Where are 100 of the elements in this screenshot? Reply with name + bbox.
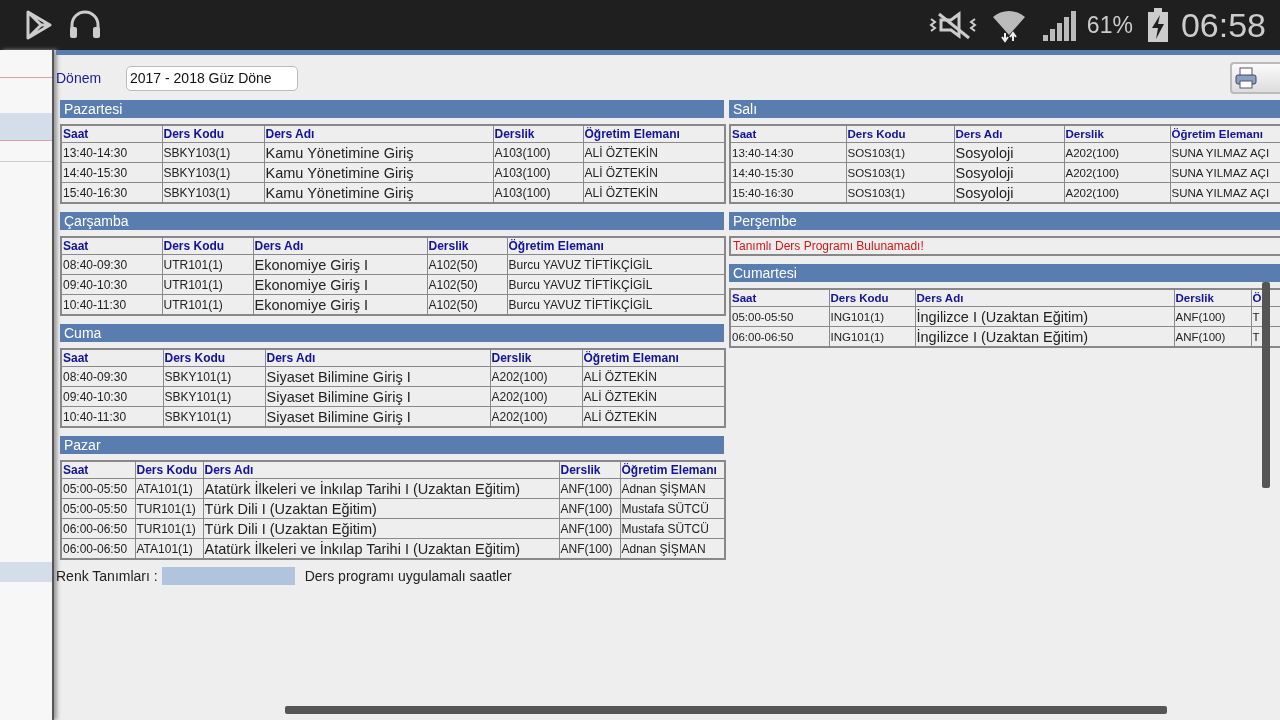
table-cell: A202(100): [490, 366, 582, 387]
table-cell: Siyaset Bilimine Giriş I: [265, 406, 490, 427]
table-cell: ANF(100): [559, 538, 620, 559]
table-cell: İngilizce I (Uzaktan Eğitim): [915, 306, 1174, 327]
column-header: Ders Kodu: [135, 461, 203, 479]
headphones-icon: [68, 10, 102, 40]
table-cell: SOS103(1): [846, 142, 954, 163]
table-cell: 09:40-10:30: [61, 386, 163, 407]
table-cell: UTR101(1): [162, 254, 253, 275]
table-cell: A202(100): [1064, 182, 1170, 203]
table-cell: 10:40-11:30: [61, 294, 162, 315]
table-cell: Sosyoloji: [954, 182, 1064, 203]
table-cell: Kamu Yönetimine Giriş: [264, 162, 493, 183]
column-header: Derslik: [1174, 289, 1251, 307]
column-header: Ders Kodu: [162, 237, 253, 255]
table-cell: SBKY103(1): [162, 162, 264, 183]
print-button[interactable]: [1230, 62, 1280, 94]
table-cell: SBKY103(1): [162, 182, 264, 203]
table-cell: UTR101(1): [162, 274, 253, 295]
table-cell: 05:00-05:50: [61, 478, 135, 499]
table-cell: 05:00-05:50: [730, 306, 829, 327]
table-cell: ANF(100): [1174, 306, 1251, 327]
period-field[interactable]: 2017 - 2018 Güz Döne: [126, 65, 298, 91]
battery-charging-icon: [1146, 8, 1169, 42]
table-cell: Siyaset Bilimine Giriş I: [265, 386, 490, 407]
table-cell: Ekonomiye Giriş I: [253, 254, 427, 275]
column-header: Öğretim Elemanı: [1170, 125, 1280, 143]
day-header: Perşembe: [729, 212, 1280, 230]
table-cell: 08:40-09:30: [61, 254, 162, 275]
table-cell: Sosyoloji: [954, 162, 1064, 183]
column-header: Öğretim Elemanı: [582, 349, 725, 367]
table-cell: 09:40-10:30: [61, 274, 162, 295]
battery-percent: 61%: [1086, 11, 1133, 39]
scrollbar[interactable]: [285, 706, 1167, 714]
clock-time: 06:58: [1180, 5, 1266, 45]
table-cell: 08:40-09:30: [61, 366, 163, 387]
table-cell: ATA101(1): [135, 478, 203, 499]
table-cell: SOS103(1): [846, 182, 954, 203]
table-cell: İngilizce I (Uzaktan Eğitim): [915, 326, 1174, 347]
column-header: Saat: [61, 461, 135, 479]
table-cell: Sosyoloji: [954, 142, 1064, 163]
table-cell: A202(100): [1064, 142, 1170, 163]
legend-label: Renk Tanımları :: [56, 568, 158, 584]
legend-text: Ders programı uygulamalı saatler: [304, 568, 512, 584]
column-header: Ders Adı: [203, 461, 559, 479]
table-cell: 05:00-05:50: [61, 498, 135, 519]
table-cell: A103(100): [493, 142, 583, 163]
table-cell: 06:00-06:50: [61, 538, 135, 559]
table-cell: 06:00-06:50: [730, 326, 829, 347]
table-cell: ING101(1): [829, 326, 915, 347]
table-cell: SBKY103(1): [162, 142, 264, 163]
table-cell: Atatürk İlkeleri ve İnkılap Tarihi I (Uzaktan Eğitim): [203, 538, 559, 559]
table-cell: ANF(100): [1174, 326, 1251, 347]
signal-icon: [1040, 9, 1077, 41]
table-cell: A103(100): [493, 162, 583, 183]
column-header: Derslik: [559, 461, 620, 479]
table-cell: 10:40-11:30: [61, 406, 163, 427]
play-store-icon: [24, 10, 54, 40]
column-header: Ders Adı: [264, 125, 493, 143]
day-header: Çarşamba: [60, 212, 724, 230]
column-header: Ders Kodu: [163, 349, 265, 367]
table-cell: 15:40-16:30: [61, 182, 162, 203]
table-cell: 14:40-15:30: [61, 162, 162, 183]
table-cell: SBKY101(1): [163, 406, 265, 427]
scrollbar[interactable]: [1262, 282, 1270, 488]
table-cell: SOS103(1): [846, 162, 954, 183]
column-header: Derslik: [1064, 125, 1170, 143]
column-header: Saat: [61, 349, 163, 367]
table-cell: TUR101(1): [135, 498, 203, 519]
table-cell: 15:40-16:30: [730, 182, 846, 203]
column-header: Ders Kodu: [162, 125, 264, 143]
day-header: Cuma: [60, 324, 724, 342]
column-header: Öğretim Elemanı: [507, 237, 725, 255]
day-header: Cumartesi: [729, 264, 1280, 282]
table-cell: SBKY101(1): [163, 386, 265, 407]
column-header: Derslik: [490, 349, 582, 367]
day-header: Pazar: [60, 436, 724, 454]
column-header: Derslik: [427, 237, 507, 255]
vibrate-mute-icon: [928, 10, 977, 40]
column-header: Ders Adı: [954, 125, 1064, 143]
column-header: Saat: [61, 125, 162, 143]
table-cell: 06:00-06:50: [61, 518, 135, 539]
column-header: Derslik: [493, 125, 583, 143]
column-header: Öğretim Elemanı: [583, 125, 725, 143]
column-header: Saat: [730, 125, 846, 143]
column-header: Öğretim Elemanı: [620, 461, 725, 479]
table-cell: 14:40-15:30: [730, 162, 846, 183]
table-cell: ATA101(1): [135, 538, 203, 559]
table-cell: A202(100): [1064, 162, 1170, 183]
table-cell: Ekonomiye Giriş I: [253, 294, 427, 315]
table-cell: ANF(100): [559, 478, 620, 499]
table-cell: Kamu Yönetimine Giriş: [264, 182, 493, 203]
table-cell: 13:40-14:30: [730, 142, 846, 163]
day-header: Pazartesi: [60, 100, 724, 118]
table-cell: A102(50): [427, 254, 507, 275]
table-cell: A202(100): [490, 386, 582, 407]
table-cell: ANF(100): [559, 518, 620, 539]
column-header: Ders Kodu: [829, 289, 915, 307]
table-cell: Ekonomiye Giriş I: [253, 274, 427, 295]
table-cell: A102(50): [427, 274, 507, 295]
